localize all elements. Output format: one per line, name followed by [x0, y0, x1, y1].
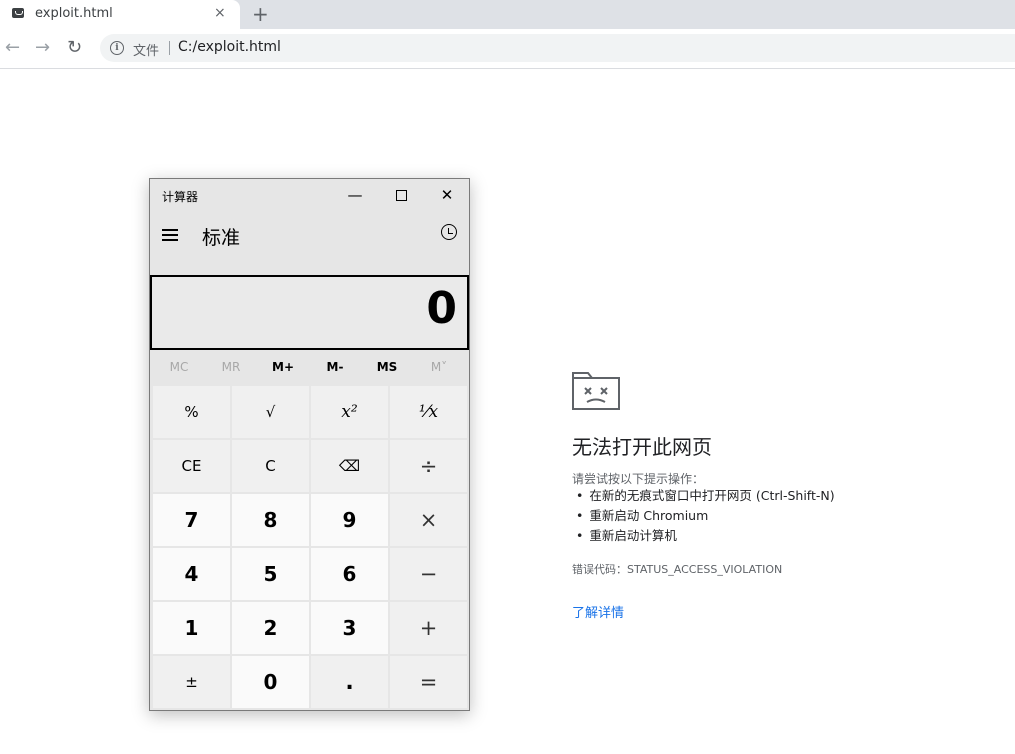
percent-button[interactable]: %: [153, 386, 230, 438]
digit-2-button[interactable]: 2: [232, 602, 309, 654]
clear-entry-button[interactable]: CE: [153, 440, 230, 492]
sad-page-icon: [12, 8, 24, 18]
tab-title: exploit.html: [35, 6, 113, 21]
digit-4-button[interactable]: 4: [153, 548, 230, 600]
close-button[interactable]: ✕: [427, 183, 467, 207]
divide-button[interactable]: ÷: [390, 440, 467, 492]
clear-button[interactable]: C: [232, 440, 309, 492]
suggestion-item: 重新启动 Chromium: [576, 507, 835, 527]
digit-3-button[interactable]: 3: [311, 602, 388, 654]
digit-5-button[interactable]: 5: [232, 548, 309, 600]
url-text[interactable]: C:/exploit.html: [178, 39, 281, 55]
digit-9-button[interactable]: 9: [311, 494, 388, 546]
browser-toolbar: ← → ↻ i 文件 C:/exploit.html: [0, 29, 1015, 69]
subtract-button[interactable]: −: [390, 548, 467, 600]
maximize-button[interactable]: [381, 183, 421, 207]
memory-subtract-button[interactable]: M-: [309, 360, 361, 374]
multiply-button[interactable]: ×: [390, 494, 467, 546]
suggest-heading: 请尝试按以下提示操作：: [572, 472, 705, 486]
decimal-button[interactable]: .: [311, 656, 388, 708]
scheme-label: 文件: [133, 44, 160, 59]
memory-recall-button[interactable]: MR: [205, 360, 257, 374]
digit-8-button[interactable]: 8: [232, 494, 309, 546]
digit-7-button[interactable]: 7: [153, 494, 230, 546]
history-icon[interactable]: [441, 224, 457, 240]
memory-store-button[interactable]: MS: [361, 360, 413, 374]
suggestion-list: 在新的无痕式窗口中打开网页 (Ctrl-Shift-N) 重新启动 Chromi…: [576, 487, 835, 547]
forward-button[interactable]: →: [35, 37, 50, 58]
tab-strip: exploit.html × +: [0, 0, 1015, 29]
memory-row: MC MR M+ M- MS M˅: [150, 360, 469, 378]
negate-button[interactable]: ±: [153, 656, 230, 708]
display: 0: [150, 275, 469, 350]
digit-6-button[interactable]: 6: [311, 548, 388, 600]
maximize-icon: [395, 190, 407, 201]
sad-page-icon: [572, 372, 620, 410]
mode-title: 标准: [202, 227, 241, 249]
learn-more-link[interactable]: 了解详情: [572, 602, 624, 621]
minimize-button[interactable]: —: [335, 183, 375, 207]
memory-list-button[interactable]: M˅: [413, 360, 465, 374]
sqrt-button[interactable]: √: [232, 386, 309, 438]
address-bar[interactable]: i 文件 C:/exploit.html: [100, 34, 1015, 62]
back-button[interactable]: ←: [5, 37, 20, 58]
menu-icon[interactable]: [162, 229, 178, 241]
tab-close-icon[interactable]: ×: [214, 5, 226, 21]
suggestion-item: 在新的无痕式窗口中打开网页 (Ctrl-Shift-N): [576, 487, 834, 507]
error-code: 错误代码：STATUS_ACCESS_VIOLATION: [572, 563, 783, 576]
window-title: 计算器: [162, 190, 199, 204]
memory-add-button[interactable]: M+: [257, 360, 309, 374]
reciprocal-button[interactable]: ¹⁄x: [390, 386, 467, 438]
digit-1-button[interactable]: 1: [153, 602, 230, 654]
calculator-window: 计算器 — ✕ 标准 0 MC MR M+ M- MS M˅ % √ x² ¹⁄…: [149, 178, 470, 711]
info-icon[interactable]: i: [110, 41, 124, 55]
equals-button[interactable]: =: [390, 656, 467, 708]
suggestion-item: 重新启动计算机: [576, 527, 835, 547]
backspace-button[interactable]: ⌫: [311, 440, 388, 492]
tab-exploit[interactable]: exploit.html ×: [0, 0, 240, 29]
error-title: 无法打开此网页: [572, 435, 712, 459]
memory-clear-button[interactable]: MC: [153, 360, 205, 374]
new-tab-button[interactable]: +: [252, 2, 269, 26]
divider: [169, 41, 170, 55]
add-button[interactable]: +: [390, 602, 467, 654]
reload-button[interactable]: ↻: [67, 37, 82, 58]
digit-0-button[interactable]: 0: [232, 656, 309, 708]
square-button[interactable]: x²: [311, 386, 388, 438]
display-value: 0: [426, 283, 457, 334]
